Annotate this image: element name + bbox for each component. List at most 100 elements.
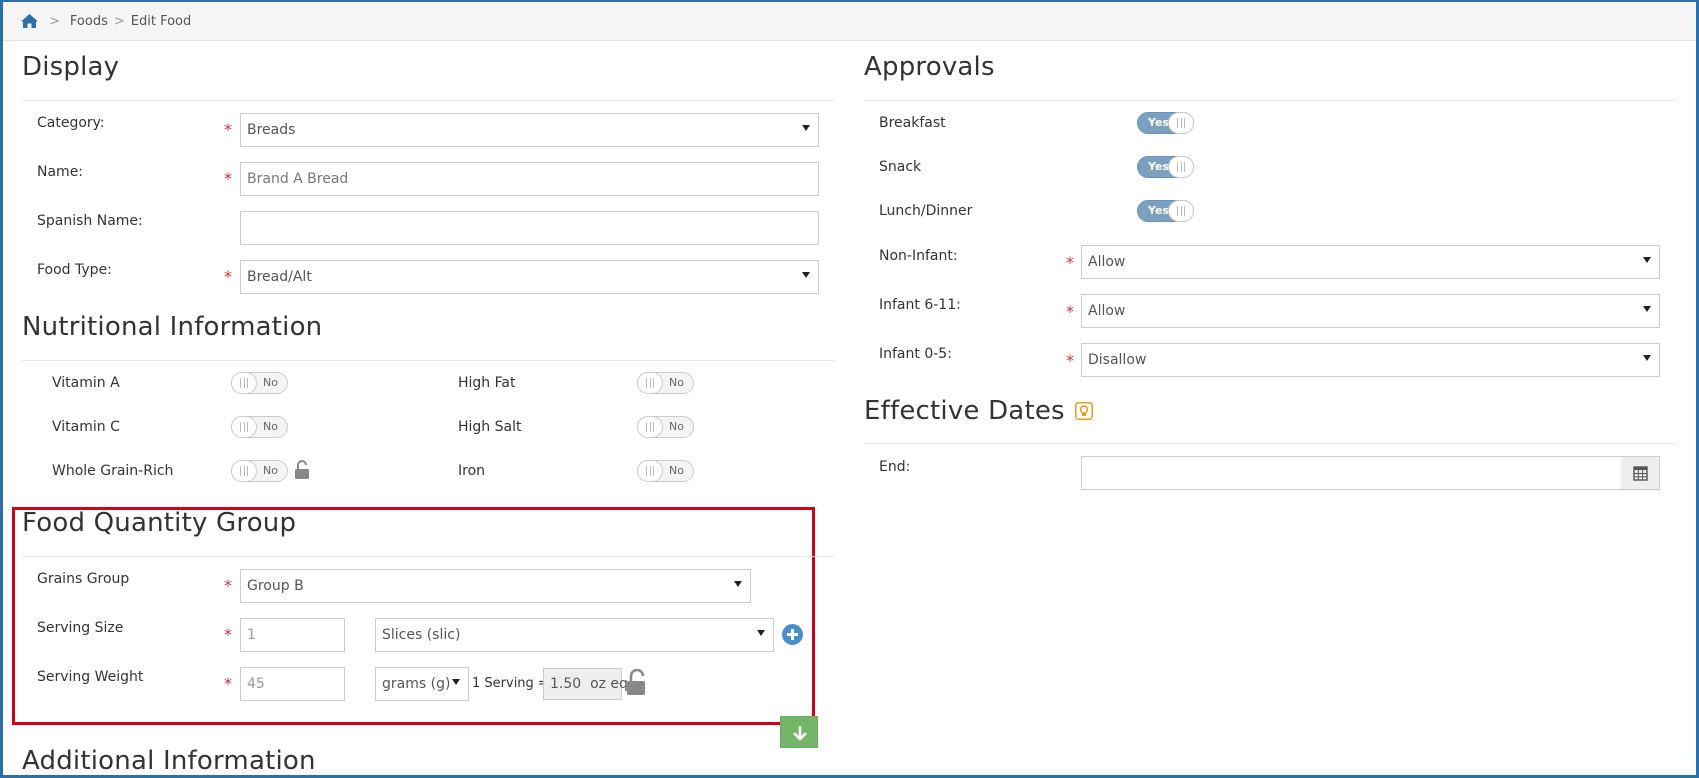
required-asterisk: * (224, 576, 232, 595)
iron-toggle[interactable]: No (637, 460, 694, 482)
name-value: Brand A Bread (247, 171, 349, 187)
required-asterisk: * (1066, 351, 1074, 370)
serving-unit-select[interactable]: Slices (slic) (375, 618, 774, 652)
high-fat-label: High Fat (458, 375, 516, 391)
serving-weight-input[interactable]: 45 (240, 667, 345, 701)
non-infant-value: Allow (1088, 254, 1126, 270)
lunch-dinner-toggle[interactable]: Yes (1137, 200, 1194, 222)
toggle-state: No (669, 464, 684, 477)
infant-6-11-select[interactable]: Allow (1081, 294, 1660, 328)
required-asterisk: * (224, 625, 232, 644)
end-date-input[interactable] (1081, 456, 1622, 490)
arrow-down-icon (793, 726, 807, 741)
high-fat-toggle[interactable]: No (637, 372, 694, 394)
serving-equals-label: 1 Serving = (472, 676, 549, 691)
required-asterisk: * (224, 120, 232, 139)
food-type-label: Food Type: (37, 262, 112, 278)
food-quantity-group-title: Food Quantity Group (22, 508, 297, 538)
toggle-state: Yes (1148, 116, 1169, 129)
serving-size-value: 1 (247, 627, 256, 643)
unlock-icon[interactable] (294, 460, 310, 484)
vitamin-a-label: Vitamin A (52, 375, 120, 391)
high-salt-label: High Salt (458, 419, 522, 435)
end-date-label: End: (879, 459, 911, 475)
divider (22, 556, 835, 557)
name-input[interactable]: Brand A Bread (240, 162, 819, 196)
scroll-down-button[interactable] (780, 716, 818, 748)
grains-group-select[interactable]: Group B (240, 569, 751, 603)
calendar-button[interactable] (1621, 456, 1660, 490)
vitamin-c-label: Vitamin C (52, 419, 120, 435)
serving-size-input[interactable]: 1 (240, 618, 345, 652)
breakfast-toggle[interactable]: Yes (1137, 112, 1194, 134)
divider (22, 360, 835, 361)
toggle-state: No (669, 376, 684, 389)
required-asterisk: * (1066, 253, 1074, 272)
spanish-name-label: Spanish Name: (37, 213, 143, 229)
grains-group-label: Grains Group (37, 571, 130, 587)
non-infant-select[interactable]: Allow (1081, 245, 1660, 279)
serving-weight-label: Serving Weight (37, 669, 144, 685)
snack-label: Snack (879, 159, 922, 175)
required-asterisk: * (224, 674, 232, 693)
grains-group-value: Group B (247, 578, 304, 594)
serving-unit-value: Slices (slic) (382, 627, 461, 643)
nutrition-title: Nutritional Information (22, 312, 323, 342)
weight-unit-value: grams (g) (382, 676, 451, 692)
chevron-down-icon (1643, 257, 1651, 263)
chevron-down-icon (802, 125, 810, 131)
serving-weight-value: 45 (247, 676, 265, 692)
breadcrumb-edit-food: Edit Food (130, 13, 192, 29)
infant-6-11-label: Infant 6-11: (879, 297, 961, 313)
category-select[interactable]: Breads (240, 113, 819, 147)
chevron-down-icon (734, 581, 742, 587)
non-infant-label: Non-Infant: (879, 248, 958, 264)
toggle-state: Yes (1148, 160, 1169, 173)
breadcrumb-foods[interactable]: Foods (70, 14, 108, 29)
toggle-knob (637, 416, 663, 438)
infant-0-5-select[interactable]: Disallow (1081, 343, 1660, 377)
add-circle-icon[interactable] (782, 624, 803, 649)
display-title: Display (22, 52, 120, 82)
toggle-knob (1168, 200, 1194, 222)
calendar-icon (1633, 466, 1648, 481)
high-salt-toggle[interactable]: No (637, 416, 694, 438)
divider (864, 100, 1676, 101)
serving-size-label: Serving Size (37, 620, 124, 636)
weight-unit-select[interactable]: grams (g) (375, 667, 469, 701)
toggle-knob (231, 416, 257, 438)
toggle-knob (1168, 156, 1194, 178)
divider (864, 443, 1676, 444)
approvals-title: Approvals (864, 52, 995, 82)
vitamin-a-toggle[interactable]: No (231, 372, 288, 394)
infant-0-5-label: Infant 0-5: (879, 346, 952, 362)
toggle-state: Yes (1148, 204, 1169, 217)
home-icon[interactable] (20, 13, 39, 29)
snack-toggle[interactable]: Yes (1137, 156, 1194, 178)
vitamin-c-toggle[interactable]: No (231, 416, 288, 438)
chevron-down-icon (802, 272, 810, 278)
food-type-select[interactable]: Bread/Alt (240, 260, 819, 294)
lightbulb-icon[interactable] (1075, 397, 1094, 427)
divider (22, 100, 835, 101)
additional-information-title: Additional Information (22, 746, 316, 776)
toggle-state: No (263, 464, 278, 477)
required-asterisk: * (224, 169, 232, 188)
category-value: Breads (247, 122, 296, 138)
breadcrumb-separator: > (49, 13, 60, 29)
effective-dates-title-text: Effective Dates (864, 396, 1065, 426)
spanish-name-input[interactable] (240, 211, 819, 245)
name-label: Name: (37, 164, 84, 180)
required-asterisk: * (1066, 302, 1074, 321)
breakfast-label: Breakfast (879, 115, 946, 131)
unlock-icon[interactable] (626, 668, 648, 701)
toggle-knob (231, 372, 257, 394)
lunch-dinner-label: Lunch/Dinner (879, 203, 973, 219)
chevron-down-icon (1643, 355, 1651, 361)
required-asterisk: * (224, 267, 232, 286)
whole-grain-rich-label: Whole Grain-Rich (52, 463, 174, 479)
toggle-knob (637, 372, 663, 394)
whole-grain-rich-toggle[interactable]: No (231, 460, 288, 482)
chevron-down-icon (757, 630, 765, 636)
category-label: Category: (37, 115, 105, 131)
